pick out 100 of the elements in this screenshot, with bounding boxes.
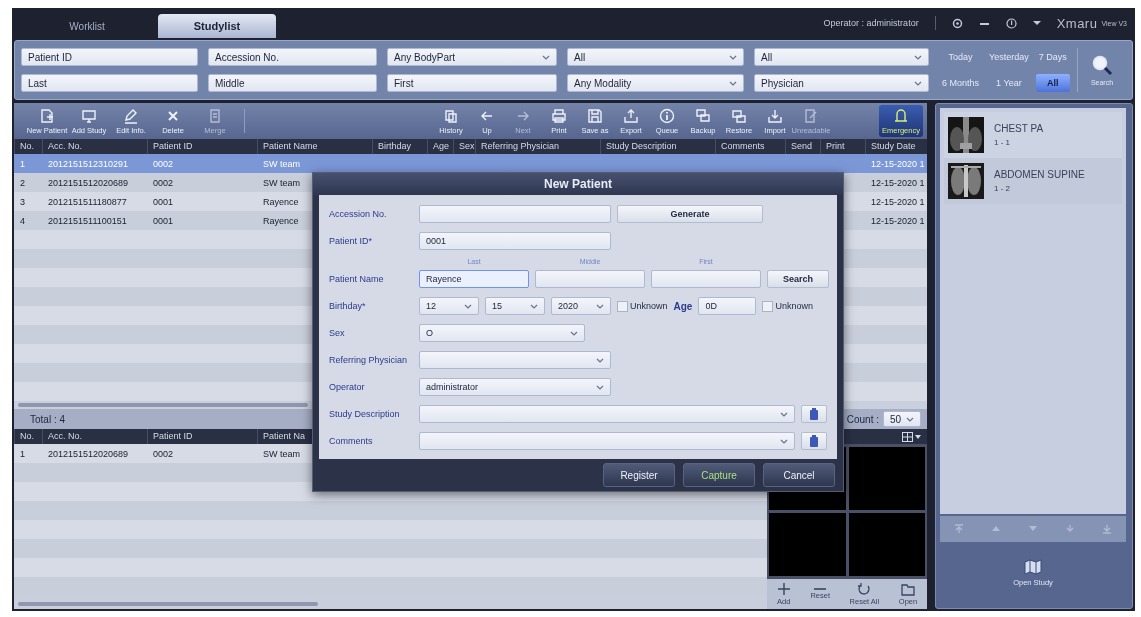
dropdown[interactable]: All: [754, 48, 929, 66]
table-cell-text: 3: [19, 196, 25, 207]
pencil-icon: [123, 107, 139, 124]
table-cell-text: 12-15-2020 1: [870, 177, 925, 188]
bell-icon: [893, 107, 909, 124]
settings-icon[interactable]: [951, 17, 963, 29]
checkbox-label: Unknown: [775, 301, 813, 311]
series-item[interactable]: CHEST PA 1 - 1: [944, 112, 1122, 158]
dropdown[interactable]: 12: [419, 297, 479, 315]
map-icon: [1024, 559, 1042, 575]
dropdown[interactable]: 50: [883, 411, 921, 427]
input-field[interactable]: [651, 270, 761, 288]
clipboard-button[interactable]: [801, 432, 827, 450]
caret-icon: [596, 384, 604, 390]
dropdown[interactable]: 15: [485, 297, 545, 315]
table-cell-text: 0001: [152, 215, 174, 226]
field-label: Operator: [329, 382, 366, 392]
search-field[interactable]: Accession No.: [208, 48, 377, 66]
caret-icon: [570, 330, 578, 336]
series-title: CHEST PA: [994, 123, 1044, 134]
minus-icon: [813, 588, 828, 590]
dropdown[interactable]: administrator: [419, 378, 611, 396]
folder-icon: [901, 582, 915, 596]
search-field[interactable]: Last: [21, 74, 198, 92]
input-field[interactable]: [419, 205, 611, 223]
field-label: Birthday*: [329, 301, 367, 311]
document-icon: [207, 107, 223, 124]
dialog-button[interactable]: Cancel: [763, 463, 835, 487]
checkbox[interactable]: [617, 300, 628, 312]
table-cell-text: 0002: [152, 448, 174, 459]
series-number: 1 - 2: [994, 184, 1011, 193]
series-number: 1 - 1: [994, 138, 1011, 147]
document-pen-icon: [803, 107, 819, 124]
image-viewport[interactable]: [848, 447, 925, 510]
caret-icon: [914, 80, 922, 86]
total-count: Total : 4: [30, 413, 66, 425]
checkbox-label: Unknown: [630, 301, 668, 311]
table-cell-text: Rayence: [262, 215, 299, 226]
dropdown[interactable]: Any Modality: [567, 74, 744, 92]
dialog-button[interactable]: Register: [603, 463, 675, 487]
caret-icon: [729, 54, 737, 60]
table-cell-text: SW team: [262, 448, 300, 459]
series-item[interactable]: ABDOMEN SUPINE 1 - 2: [944, 158, 1122, 204]
series-title: ABDOMEN SUPINE: [994, 169, 1085, 180]
two-screens-icon: [731, 107, 747, 124]
dropdown[interactable]: [419, 432, 795, 450]
table-cell-text: SW team: [262, 158, 300, 169]
rotate-icon: [857, 582, 872, 596]
field-label: Patient ID*: [329, 236, 374, 246]
download-icon: [767, 107, 783, 124]
date-range-button[interactable]: All: [1035, 74, 1070, 92]
search-field[interactable]: First: [387, 74, 557, 92]
table-cell-text: SW team: [262, 177, 300, 188]
table-cell-text: 2012151511100151: [47, 215, 127, 226]
search-field[interactable]: Patient ID: [21, 48, 198, 66]
table-cell-text: Rayence: [262, 196, 299, 207]
table-cell-text: 1: [19, 158, 25, 169]
checkbox[interactable]: [762, 300, 774, 312]
table-cell-text: 4: [19, 215, 25, 226]
dropdown[interactable]: Physician: [754, 74, 929, 92]
caret-icon: [464, 303, 472, 309]
input-field[interactable]: 0D: [698, 297, 757, 315]
caret-icon: [530, 303, 538, 309]
clipboard-button[interactable]: [801, 405, 827, 423]
field-label: Patient Name: [329, 274, 385, 284]
monitor-icon: [81, 107, 97, 124]
search-button[interactable]: Search: [767, 270, 829, 288]
table-cell-text: 2012151512020689: [47, 448, 129, 459]
field-label: Sex: [329, 328, 346, 338]
caret-icon: [780, 438, 788, 444]
table-cell-text: 2012151511180877: [47, 196, 127, 207]
dropdown[interactable]: All: [567, 48, 744, 66]
image-viewport[interactable]: [848, 513, 925, 576]
input-field[interactable]: Rayence: [419, 270, 529, 288]
image-viewport[interactable]: [769, 513, 846, 576]
field-label: Comments: [329, 436, 374, 446]
caret-icon: [914, 54, 922, 60]
generate-button[interactable]: Generate: [617, 205, 763, 223]
skip-down-icon: [1102, 523, 1113, 534]
layout-button[interactable]: [902, 431, 921, 442]
info-icon[interactable]: [1005, 17, 1017, 29]
caret-icon: [596, 357, 604, 363]
dialog-button[interactable]: Capture: [683, 463, 755, 487]
field-label: Referring Physician: [329, 355, 409, 365]
dropdown[interactable]: [419, 351, 611, 369]
field-label: Accession No.: [329, 209, 388, 219]
dialog-title: New Patient: [313, 173, 843, 195]
grid-layout-icon: [902, 431, 913, 442]
input-field[interactable]: 0001: [419, 232, 611, 250]
dropdown[interactable]: 2020: [551, 297, 611, 315]
search-field[interactable]: Middle: [208, 74, 377, 92]
field-label: Age: [673, 300, 693, 312]
dropdown[interactable]: O: [419, 324, 585, 342]
search-icon: [1091, 54, 1113, 76]
caret-icon[interactable]: [1032, 20, 1041, 26]
input-field[interactable]: [535, 270, 645, 288]
dropdown[interactable]: Any BodyPart: [387, 48, 557, 66]
caret-icon: [780, 411, 788, 417]
dropdown[interactable]: [419, 405, 795, 423]
tab[interactable]: Studylist: [158, 14, 276, 38]
